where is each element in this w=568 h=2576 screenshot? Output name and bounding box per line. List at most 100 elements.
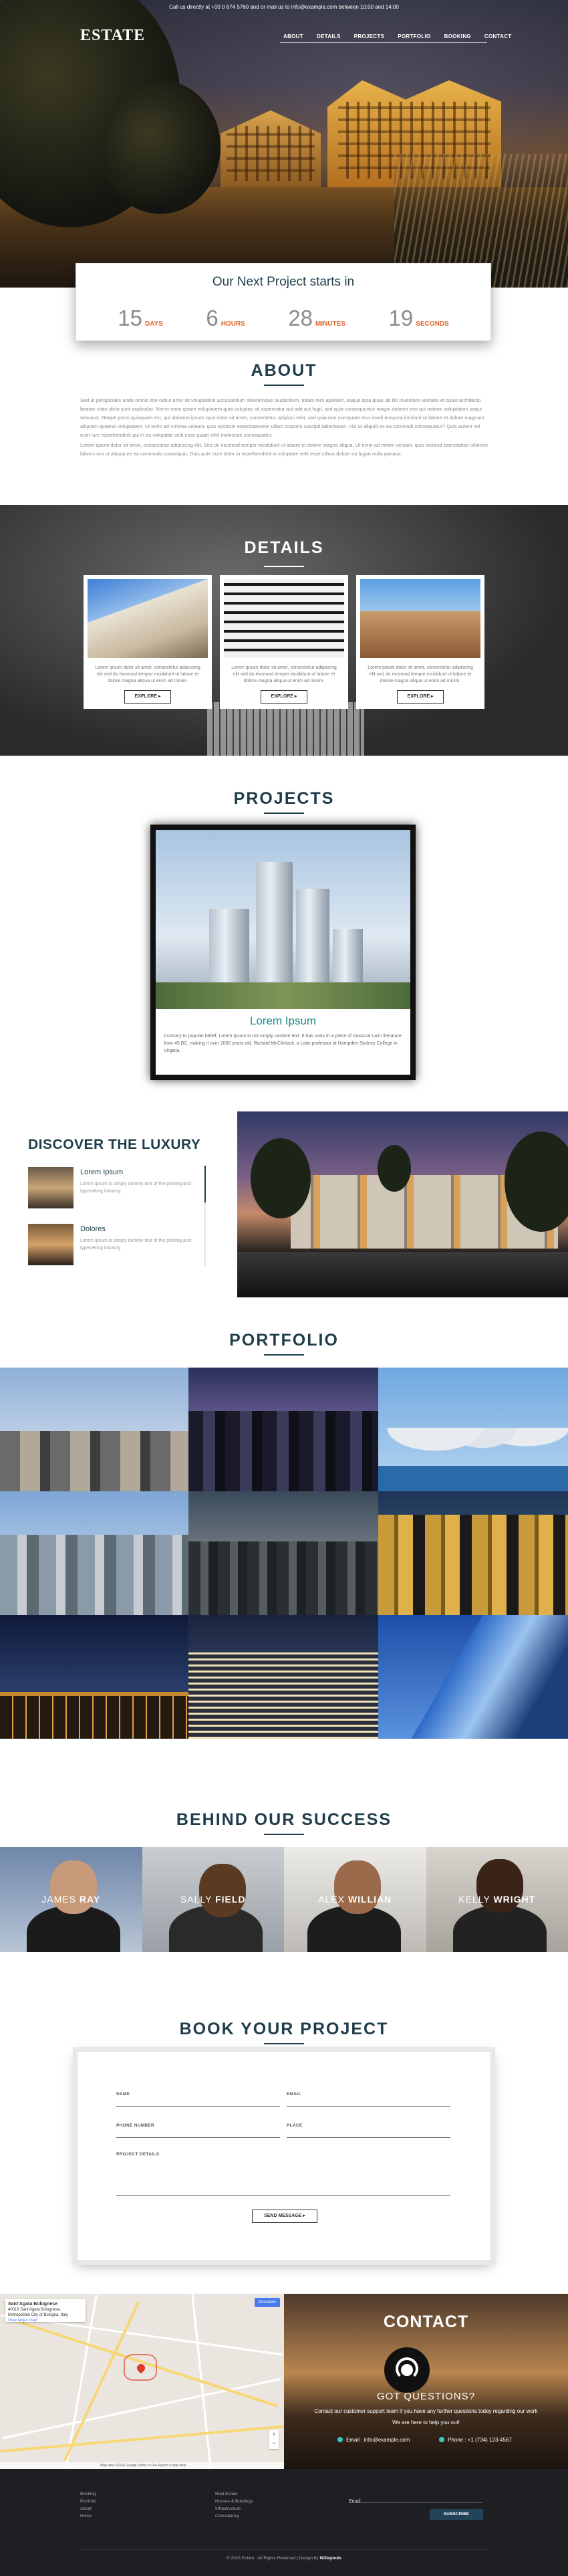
name-field[interactable]: NAME [116,2092,280,2107]
portfolio-item[interactable] [0,1491,188,1615]
countdown-hours: 6 HOURS [206,306,245,331]
about-paragraph: Sed ut perspiciatis unde omnis iste natu… [80,397,484,438]
contact-phone[interactable]: Phone : +1 (734) 123-4567 [439,2437,512,2443]
email-field[interactable]: EMAIL [287,2092,450,2107]
detail-card-text: Lorem ipsum dolor sit amet, consectetur … [231,665,337,683]
luxury-item[interactable]: Lorem Ipsum Lorem Ipsum is simply dummy … [28,1167,208,1214]
countdown-title: Our Next Project starts in [212,275,355,289]
zoom-out-button[interactable]: − [269,2439,279,2448]
scrollbar-thumb[interactable] [204,1166,206,1202]
luxury-road [237,1252,568,1297]
designer-link[interactable]: W3layouts [319,2556,341,2561]
team-member-name: JAMES RAY [41,1894,101,1905]
nav-underline [280,42,487,43]
explore-button[interactable]: EXPLORE ▸ [397,690,444,704]
luxury-item-thumbnail [28,1167,74,1208]
place-field[interactable]: PLACE [287,2123,450,2138]
contact-line: Contact our customer support team if you… [314,2408,538,2414]
main-nav: ABOUT DETAILS PROJECTS PORTFOLIO BOOKING… [277,32,518,41]
footer-divider [80,2549,488,2550]
luxury-title: DISCOVER THE LUXURY [28,1137,201,1152]
zoom-in-button[interactable]: + [269,2430,279,2439]
luxury-item[interactable]: Dolores Lorem Ipsum is simply dummy text… [28,1224,208,1271]
support-headset-icon [384,2347,430,2393]
map-directions-button[interactable]: Directions [255,2298,280,2307]
nav-portfolio[interactable]: PORTFOLIO [392,32,436,41]
contact-subtitle: GOT QUESTIONS? [376,2391,476,2402]
portfolio-grid [0,1368,568,1739]
phone-icon [439,2437,444,2442]
explore-button[interactable]: EXPLORE ▸ [261,690,307,704]
footer-link[interactable]: Consultancy [215,2512,253,2520]
nav-booking[interactable]: BOOKING [438,32,477,41]
details-background-tower [207,702,364,756]
team-member[interactable]: SALLY FIELD [142,1847,284,1952]
team-title: BEHIND OUR SUCCESS [176,1810,392,1829]
location-map[interactable]: Sant'Agata Bolognese 40019 Sant'Agata Bo… [0,2294,284,2469]
team-member-name: SALLY FIELD [180,1894,246,1905]
site-logo[interactable]: ESTATE [80,27,145,45]
contact-email[interactable]: Email : info@example.com [337,2437,410,2443]
team-member-name: ALEX WILLIAN [318,1894,392,1905]
portfolio-item[interactable] [188,1491,378,1615]
luxury-scrollbar[interactable] [204,1166,206,1266]
portfolio-title: PORTFOLIO [229,1331,339,1350]
footer-link[interactable]: Booking [80,2490,96,2498]
detail-card-image [88,579,208,658]
luxury-item-text: Lorem Ipsum is simply dummy text of the … [80,1239,191,1251]
page: Call us directly at +00 0 674 5760 and o… [0,0,568,2576]
footer-services-column: Real Estate Houses & Buildings Infrastru… [215,2490,253,2520]
footer-link[interactable]: About [80,2505,96,2512]
portfolio-item[interactable] [378,1368,568,1491]
send-message-button[interactable]: SEND MESSAGE ▸ [252,2210,317,2223]
team-title-rule [264,1834,304,1835]
footer-link[interactable]: Infrastructure [215,2505,253,2512]
team-member[interactable]: ALEX WILLIAN [284,1847,426,1952]
portfolio-item[interactable] [0,1615,188,1739]
luxury-item-title: Dolores [80,1225,106,1233]
countdown-value: 19 [388,306,414,330]
subscribe-button[interactable]: SUBSCRIBE [430,2509,483,2520]
phone-field[interactable]: PHONE NUMBER [116,2123,280,2138]
contact-line: We are here to help you out! [392,2420,460,2426]
view-larger-map-link[interactable]: View larger map [8,2319,37,2323]
map-place-address: 40019 Sant'Agata Bolognese, Metropolitan… [8,2308,68,2317]
countdown-label: SECONDS [416,320,449,328]
portfolio-item[interactable] [188,1368,378,1491]
newsletter-email-input[interactable]: Email [349,2494,482,2504]
team-member-name: KELLY WRIGHT [458,1894,536,1905]
team-member[interactable]: JAMES RAY [0,1847,142,1952]
footer-link[interactable]: Real Estate [215,2490,253,2498]
nav-projects[interactable]: PROJECTS [348,32,391,41]
about-paragraph: Lorem ipsum dolor sit amet, consectetur … [80,442,488,457]
detail-card-image [360,579,480,658]
team-member[interactable]: KELLY WRIGHT [426,1847,568,1952]
countdown-label: MINUTES [315,320,346,328]
projects-title-rule [264,813,304,814]
about-text: Sed ut perspiciatis unde omnis iste natu… [80,396,488,458]
map-zoom-control[interactable]: + − [269,2430,279,2449]
portfolio-item[interactable] [378,1491,568,1615]
portfolio-item[interactable] [0,1368,188,1491]
portfolio-title-rule [264,1354,304,1356]
luxury-item-title: Lorem Ipsum [80,1168,124,1176]
detail-card-text: Lorem ipsum dolor sit amet, consectetur … [95,665,200,683]
countdown-box: Our Next Project starts in 15 DAYS 6 HOU… [76,263,491,341]
countdown-label: DAYS [144,320,163,328]
footer-link[interactable]: Portfolio [80,2498,96,2505]
about-title-rule [264,385,304,386]
detail-card: Lorem ipsum dolor sit amet, consectetur … [356,575,484,709]
project-card-title: Lorem Ipsum [249,1014,317,1027]
project-details-field[interactable]: PROJECT DETAILS [116,2152,450,2196]
nav-about[interactable]: ABOUT [277,32,309,41]
nav-contact[interactable]: CONTACT [478,32,518,41]
portfolio-item[interactable] [188,1615,378,1739]
nav-details[interactable]: DETAILS [311,32,347,41]
countdown-days: 15 DAYS [118,306,163,331]
portfolio-item[interactable] [378,1615,568,1739]
booking-title-rule [264,2043,304,2044]
projects-title: PROJECTS [233,789,335,808]
footer-link[interactable]: Houses & Buildings [215,2498,253,2505]
explore-button[interactable]: EXPLORE ▸ [124,690,171,704]
footer-link[interactable]: Home [80,2512,96,2520]
